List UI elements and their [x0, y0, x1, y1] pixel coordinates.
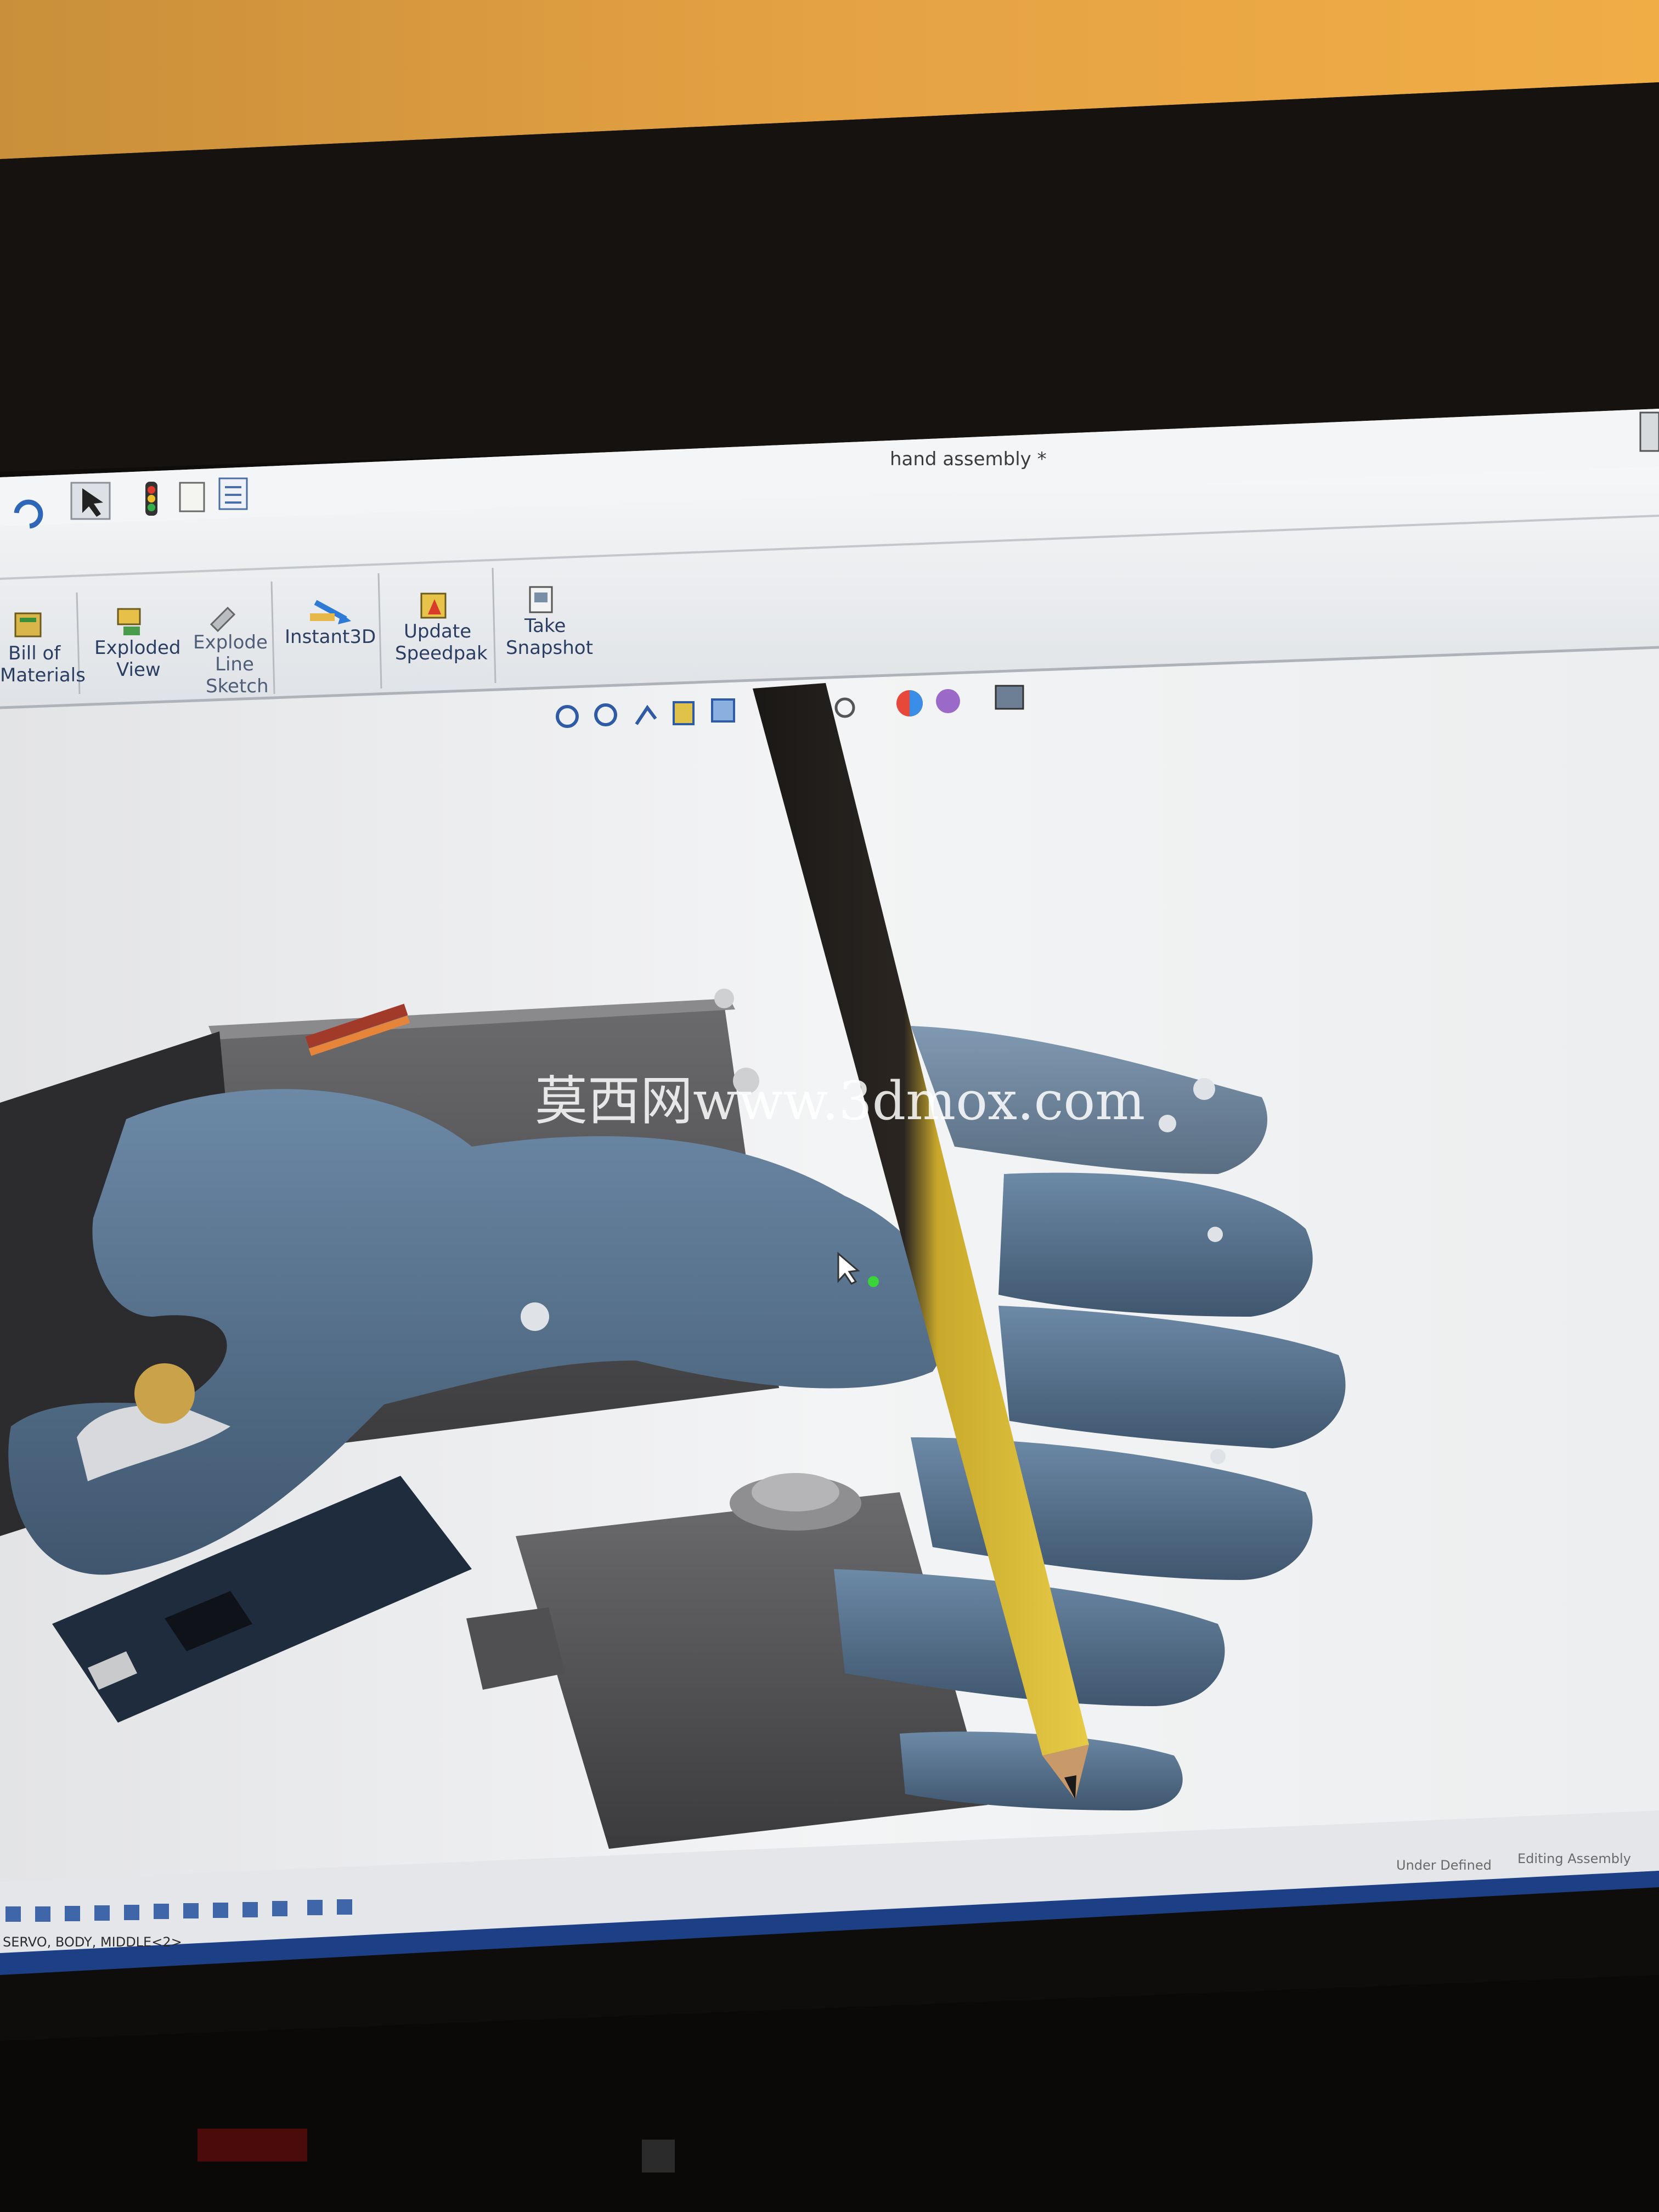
toolbar-icon-8[interactable] [213, 1903, 228, 1918]
section-view-icon[interactable] [673, 701, 695, 725]
toolbar-icon-9[interactable] [242, 1902, 258, 1917]
green-cursor-dot [868, 1276, 879, 1287]
file-properties-icon[interactable] [179, 482, 205, 512]
watermark-text: 莫西网www.3dmox.com [535, 1070, 1145, 1132]
apply-scene-icon[interactable] [936, 689, 960, 713]
status-editing-mode: Editing Assembly [1517, 1851, 1631, 1866]
ribbon-command-exploded-line2[interactable]: View [116, 659, 161, 681]
toolbar-icon-7[interactable] [183, 1903, 199, 1918]
view-orientation-icon[interactable] [711, 698, 735, 723]
update-speedpak-icon[interactable] [420, 592, 447, 619]
photo-scene: Bill of Materials Exploded View Explode … [0, 0, 1659, 2212]
ribbon-command-bom-line2[interactable]: Materials [0, 664, 86, 686]
toolbar-icon-1[interactable] [5, 1906, 21, 1922]
ribbon-command-explode-line-line3[interactable]: Sketch [206, 675, 269, 697]
status-selected-component: SERVO, BODY, MIDDLE<2> [3, 1934, 182, 1950]
toolbar-icon-4[interactable] [94, 1905, 110, 1921]
ribbon-command-bom-line1[interactable]: Bill of [8, 642, 61, 664]
toolbar-icon-5[interactable] [124, 1905, 139, 1920]
view-settings-icon[interactable] [995, 685, 1024, 710]
bill-of-materials-icon[interactable] [14, 612, 42, 637]
ribbon-command-snapshot-line1[interactable]: Take [524, 615, 566, 637]
ribbon-command-explode-line-line1[interactable]: Explode [193, 631, 268, 653]
window-control-button[interactable] [1639, 411, 1659, 452]
ribbon-command-instant3d[interactable]: Instant3D [285, 626, 376, 648]
toolbar-icon-2[interactable] [35, 1906, 50, 1922]
take-snapshot-icon[interactable] [529, 586, 553, 613]
toolbar-icon-11[interactable] [307, 1900, 323, 1915]
toolbar-icon-12[interactable] [337, 1899, 352, 1915]
window-title: hand assembly * [890, 448, 1047, 470]
status-definition-state: Under Defined [1396, 1858, 1492, 1873]
ribbon-command-snapshot-line2[interactable]: Snapshot [506, 637, 593, 659]
ribbon-command-explode-line-line2[interactable]: Line [215, 653, 254, 675]
toolbar-icon-10[interactable] [272, 1901, 287, 1916]
windows-key [642, 2140, 675, 2172]
keyboard-light-glow [198, 2129, 307, 2162]
toolbar-icon-6[interactable] [154, 1904, 169, 1919]
ribbon-command-speedpak-line2[interactable]: Speedpak [395, 642, 488, 664]
toolbar-icon-3[interactable] [65, 1906, 80, 1921]
ribbon-command-speedpak-line1[interactable]: Update [404, 620, 471, 642]
ribbon-command-exploded-line1[interactable]: Exploded [94, 637, 181, 659]
